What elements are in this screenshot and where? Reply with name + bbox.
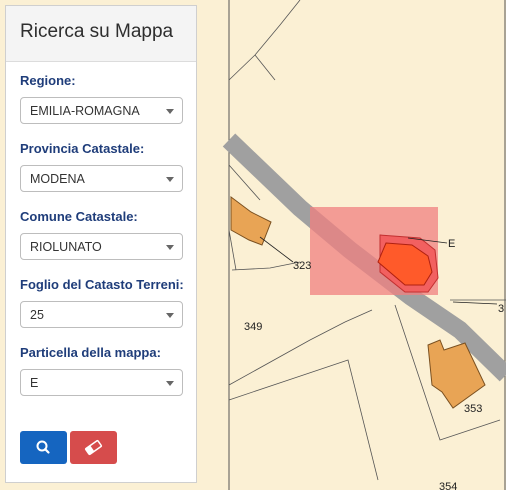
label-provincia: Provincia Catastale: bbox=[20, 141, 145, 156]
select-comune[interactable]: RIOLUNATO bbox=[20, 233, 183, 260]
select-regione[interactable]: EMILIA-ROMAGNA bbox=[20, 97, 183, 124]
select-particella[interactable]: E bbox=[20, 369, 183, 396]
label-comune: Comune Catastale: bbox=[20, 209, 138, 224]
parcel-label-353: 353 bbox=[464, 403, 482, 415]
select-provincia-value: MODENA bbox=[30, 172, 85, 186]
panel-header: Ricerca su Mappa bbox=[6, 6, 196, 62]
clear-button[interactable] bbox=[70, 431, 117, 464]
panel-title: Ricerca su Mappa bbox=[20, 21, 174, 42]
chevron-down-icon bbox=[166, 177, 174, 182]
parcel-label-e: E bbox=[448, 238, 455, 250]
select-provincia[interactable]: MODENA bbox=[20, 165, 183, 192]
select-regione-value: EMILIA-ROMAGNA bbox=[30, 104, 140, 118]
chevron-down-icon bbox=[166, 381, 174, 386]
chevron-down-icon bbox=[166, 109, 174, 114]
parcel-label-3: 3 bbox=[498, 303, 504, 315]
eraser-icon bbox=[84, 439, 103, 456]
search-icon bbox=[36, 440, 50, 454]
search-button[interactable] bbox=[20, 431, 67, 464]
parcel-label-349: 349 bbox=[244, 321, 262, 333]
chevron-down-icon bbox=[166, 313, 174, 318]
select-foglio-value: 25 bbox=[30, 308, 44, 322]
search-panel: Ricerca su Mappa Regione: EMILIA-ROMAGNA… bbox=[5, 5, 197, 483]
parcel-label-323: 323 bbox=[293, 260, 311, 272]
label-particella: Particella della mappa: bbox=[20, 345, 161, 360]
parcel-label-354: 354 bbox=[439, 481, 457, 490]
select-comune-value: RIOLUNATO bbox=[30, 240, 102, 254]
label-regione: Regione: bbox=[20, 73, 76, 88]
label-foglio: Foglio del Catasto Terreni: bbox=[20, 277, 184, 292]
select-foglio[interactable]: 25 bbox=[20, 301, 183, 328]
chevron-down-icon bbox=[166, 245, 174, 250]
select-particella-value: E bbox=[30, 376, 39, 390]
